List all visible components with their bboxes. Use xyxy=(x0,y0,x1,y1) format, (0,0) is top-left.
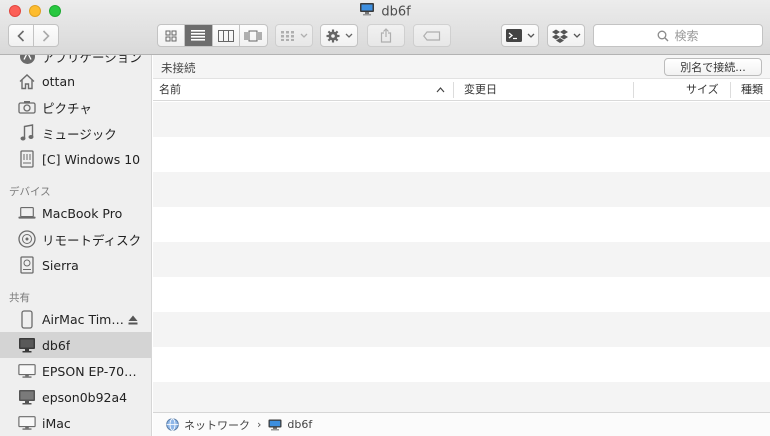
column-divider[interactable] xyxy=(453,82,454,98)
sidebar-section-shared: 共有 xyxy=(9,292,30,304)
window-title: db6f xyxy=(0,2,770,22)
home-icon xyxy=(18,72,36,90)
chevron-down-icon xyxy=(573,33,580,38)
titlebar: db6f 検索 xyxy=(0,0,770,55)
connection-status: 未接続 xyxy=(161,61,196,75)
terminal-button[interactable] xyxy=(501,24,539,47)
search-icon xyxy=(658,30,669,41)
terminal-icon xyxy=(505,29,522,42)
column-header: 名前 変更日 サイズ 種類 xyxy=(153,79,770,101)
grid-icon xyxy=(165,30,177,41)
eject-icon[interactable] xyxy=(128,313,138,328)
pc-icon xyxy=(18,336,36,354)
apps-icon xyxy=(18,55,36,65)
sidebar-item-airmac[interactable]: AirMac Tim… xyxy=(0,306,151,332)
drive-icon xyxy=(18,256,36,274)
empty-row xyxy=(153,137,770,172)
tag-icon xyxy=(423,30,441,41)
camera-icon xyxy=(18,98,36,116)
sidebar-section-devices: デバイス xyxy=(9,186,51,198)
share-button[interactable] xyxy=(367,24,405,47)
sidebar-item-home[interactable]: ottan xyxy=(0,68,151,94)
chevron-down-icon xyxy=(300,33,307,38)
empty-row xyxy=(153,277,770,312)
sidebar: アプリケーション ottan ピクチャ ミュージック [C] Windows 1… xyxy=(0,55,152,436)
path-item-label: ネットワーク xyxy=(184,418,250,432)
sidebar-item-epson-ep70[interactable]: EPSON EP-70… xyxy=(0,358,151,384)
path-item-db6f[interactable]: db6f xyxy=(268,418,312,431)
sidebar-item-pictures[interactable]: ピクチャ xyxy=(0,94,151,120)
sidebar-item-epson0b92a4[interactable]: epson0b92a4 xyxy=(0,384,151,410)
search-placeholder: 検索 xyxy=(674,29,699,43)
group-by-button[interactable] xyxy=(275,24,313,47)
column-name[interactable]: 名前 xyxy=(159,79,181,101)
file-list-area: 未接続 別名で接続... 名前 変更日 サイズ 種類 xyxy=(153,55,770,417)
chevron-down-icon xyxy=(527,33,534,38)
back-forward-control xyxy=(8,24,59,47)
sidebar-item-applications[interactable]: アプリケーション xyxy=(0,55,151,69)
empty-row xyxy=(153,242,770,277)
column-view-button[interactable] xyxy=(213,25,240,46)
list-view-button[interactable] xyxy=(185,25,213,46)
column-modified[interactable]: 変更日 xyxy=(464,79,497,101)
empty-row xyxy=(153,347,770,382)
pc-icon xyxy=(18,388,36,406)
path-item-network[interactable]: ネットワーク xyxy=(166,417,250,433)
coverflow-icon xyxy=(244,30,262,41)
gear-icon xyxy=(326,29,339,42)
columns-icon xyxy=(217,29,234,42)
column-divider[interactable] xyxy=(730,82,731,98)
file-list xyxy=(153,102,770,417)
action-button[interactable] xyxy=(320,24,358,47)
laptop-icon xyxy=(18,204,36,222)
path-bar: ネットワーク › db6f xyxy=(153,412,770,436)
chevron-down-icon xyxy=(345,33,352,38)
share-icon xyxy=(380,28,392,43)
sidebar-item-remote-disc[interactable]: リモートディスク xyxy=(0,226,151,252)
column-divider[interactable] xyxy=(633,82,634,98)
dropbox-button[interactable] xyxy=(547,24,585,47)
tags-button[interactable] xyxy=(413,24,451,47)
sidebar-item-sierra[interactable]: Sierra xyxy=(0,252,151,278)
connect-as-button[interactable]: 別名で接続... xyxy=(664,58,762,76)
sidebar-item-music[interactable]: ミュージック xyxy=(0,120,151,146)
music-icon xyxy=(18,124,36,142)
sort-ascending-icon xyxy=(436,87,445,93)
connection-bar: 未接続 別名で接続... xyxy=(153,55,770,79)
display-icon xyxy=(18,362,36,380)
empty-row xyxy=(153,102,770,137)
airport-icon xyxy=(18,309,36,329)
dropbox-icon xyxy=(551,29,568,43)
back-button[interactable] xyxy=(9,25,34,46)
sidebar-item-macbook-pro[interactable]: MacBook Pro xyxy=(0,200,151,226)
sidebar-item-windows-drive[interactable]: [C] Windows 10 xyxy=(0,146,151,172)
path-item-label: db6f xyxy=(287,418,313,431)
empty-row xyxy=(153,312,770,347)
chevron-left-icon xyxy=(17,29,24,42)
list-icon xyxy=(191,30,206,41)
pc-icon xyxy=(268,419,282,430)
view-mode-control xyxy=(157,24,268,47)
icon-view-button[interactable] xyxy=(158,25,186,46)
column-size[interactable]: サイズ xyxy=(686,79,719,101)
sidebar-item-db6f[interactable]: db6f xyxy=(0,332,151,358)
column-kind[interactable]: 種類 xyxy=(741,79,763,101)
path-separator: › xyxy=(257,418,262,431)
sidebar-item-imac[interactable]: iMac xyxy=(0,410,151,436)
chevron-right-icon xyxy=(42,29,50,42)
disc-icon xyxy=(18,230,36,248)
drive-icon xyxy=(18,150,36,168)
search-field[interactable]: 検索 xyxy=(593,24,763,47)
gallery-view-button[interactable] xyxy=(240,25,267,46)
pc-icon xyxy=(359,2,375,23)
forward-button[interactable] xyxy=(34,25,58,46)
globe-icon xyxy=(166,418,179,431)
empty-row xyxy=(153,207,770,242)
empty-row xyxy=(153,172,770,207)
group-icon xyxy=(280,30,294,41)
display-icon xyxy=(18,414,36,432)
